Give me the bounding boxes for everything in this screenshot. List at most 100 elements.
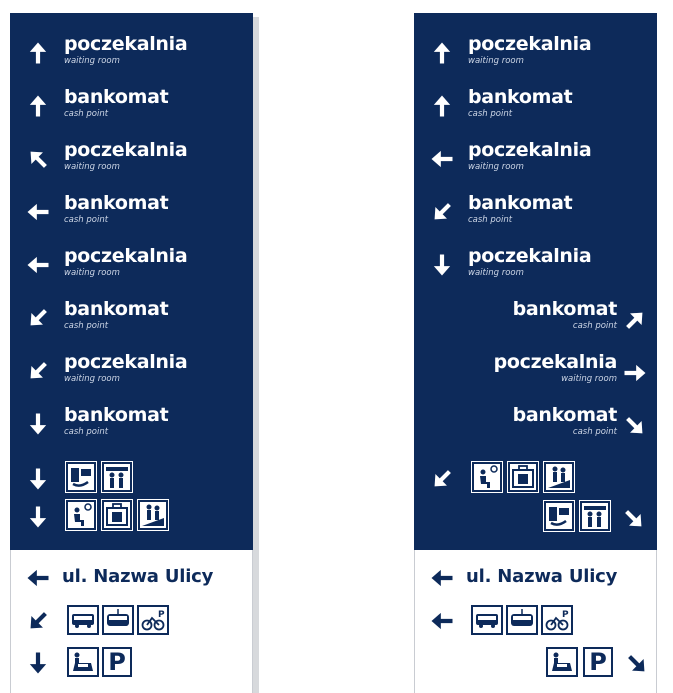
sign-row: bankomat cash point — [10, 192, 253, 236]
arrow-down-icon — [24, 465, 52, 493]
sign-row: bankomat cash point — [414, 298, 657, 342]
sign-row: poczekalnia waiting room — [10, 33, 253, 77]
sign-row: poczekalnia waiting room — [414, 33, 657, 77]
destination-sublabel: cash point — [64, 427, 109, 437]
destination-label: bankomat — [64, 404, 169, 426]
destination-label: poczekalnia — [64, 139, 188, 161]
arrow-right-icon — [621, 359, 649, 387]
arrow-down-left-icon — [428, 465, 456, 493]
destination-label: poczekalnia — [493, 351, 618, 373]
arrow-up-right-icon — [621, 306, 649, 334]
arrow-left-icon — [24, 198, 52, 226]
arrow-left-icon — [24, 251, 52, 279]
sign-row: bankomat cash point — [10, 298, 253, 342]
ticket-office-pictogram-icon — [101, 461, 133, 493]
arrow-up-left-icon — [24, 145, 52, 173]
kiss-and-ride-pictogram-icon — [67, 647, 99, 677]
destination-sublabel: waiting room — [468, 56, 524, 66]
waiting-room-pictogram-icon — [471, 461, 503, 493]
arrow-down-left-icon — [24, 357, 52, 385]
arrow-down-icon — [428, 251, 456, 279]
destination-sublabel: cash point — [572, 427, 617, 437]
sign-row: poczekalnia waiting room — [10, 245, 253, 289]
tram-pictogram-icon — [506, 605, 538, 635]
sign-row: poczekalnia waiting room — [414, 351, 657, 395]
bus-pictogram-icon — [67, 605, 99, 635]
destination-label: bankomat — [512, 404, 618, 426]
destination-sublabel: waiting room — [561, 374, 617, 384]
destination-sublabel: cash point — [572, 321, 617, 331]
destination-label: bankomat — [64, 298, 169, 320]
parking-sign: P — [583, 647, 613, 677]
right-navy-section: poczekalnia waiting room bankomat cash p… — [414, 13, 657, 550]
street-name: ul. Nazwa Ulicy — [466, 566, 618, 587]
destination-label: bankomat — [468, 86, 573, 108]
destination-sublabel: cash point — [64, 109, 109, 119]
bus-pictogram-icon — [471, 605, 503, 635]
sign-row: bankomat cash point — [10, 86, 253, 130]
arrow-down-left-icon — [24, 607, 52, 635]
sign-row: poczekalnia waiting room — [10, 139, 253, 183]
sign-row: bankomat cash point — [414, 404, 657, 448]
street-name: ul. Nazwa Ulicy — [62, 566, 214, 587]
destination-label: poczekalnia — [64, 33, 188, 55]
luggage-pictogram-icon — [507, 461, 539, 493]
arrow-down-right-icon — [621, 412, 649, 440]
destination-sublabel: waiting room — [468, 162, 524, 172]
right-sign: poczekalnia waiting room bankomat cash p… — [414, 13, 657, 693]
sign-row: bankomat cash point — [414, 192, 657, 236]
sign-row: poczekalnia waiting room — [10, 351, 253, 395]
arrow-left-icon — [428, 607, 456, 635]
arrow-down-icon — [24, 649, 52, 677]
sign-row: bankomat cash point — [414, 86, 657, 130]
tram-pictogram-icon — [102, 605, 134, 635]
destination-sublabel: cash point — [64, 215, 109, 225]
arrow-down-icon — [24, 503, 52, 531]
arrow-down-icon — [24, 410, 52, 438]
arrow-left-icon — [428, 564, 456, 592]
sign-row: bankomat cash point — [10, 404, 253, 448]
arrow-down-left-icon — [24, 304, 52, 332]
destination-label: poczekalnia — [468, 139, 592, 161]
left-sign: poczekalnia waiting room bankomat cash p… — [10, 13, 253, 693]
atm-pictogram-icon — [543, 500, 575, 532]
destination-label: poczekalnia — [64, 351, 188, 373]
arrow-left-icon — [428, 145, 456, 173]
bike-parking-pictogram-icon: P — [137, 605, 169, 635]
arrow-up-icon — [24, 39, 52, 67]
atm-pictogram-icon — [65, 461, 97, 493]
destination-sublabel: waiting room — [64, 268, 120, 278]
waiting-room-pictogram-icon — [65, 499, 97, 531]
stairs-pictogram-icon — [137, 499, 169, 531]
luggage-pictogram-icon — [101, 499, 133, 531]
right-street-section: ul. Nazwa Ulicy P P — [414, 550, 657, 693]
svg-text:P: P — [158, 610, 165, 620]
destination-label: bankomat — [468, 192, 573, 214]
ticket-office-pictogram-icon — [579, 500, 611, 532]
destination-sublabel: waiting room — [64, 374, 120, 384]
destination-sublabel: cash point — [468, 109, 513, 119]
left-street-section: ul. Nazwa Ulicy P P — [10, 550, 253, 693]
left-navy-section: poczekalnia waiting room bankomat cash p… — [10, 13, 253, 550]
destination-sublabel: cash point — [64, 321, 109, 331]
destination-label: bankomat — [64, 192, 169, 214]
arrow-up-icon — [24, 92, 52, 120]
svg-text:P: P — [562, 610, 569, 620]
arrow-down-right-icon — [623, 650, 651, 678]
stairs-pictogram-icon — [543, 461, 575, 493]
destination-sublabel: waiting room — [64, 162, 120, 172]
arrow-down-left-icon — [428, 198, 456, 226]
arrow-down-right-icon — [620, 505, 648, 533]
destination-sublabel: cash point — [468, 215, 513, 225]
bike-parking-pictogram-icon: P — [541, 605, 573, 635]
destination-label: bankomat — [64, 86, 169, 108]
kiss-and-ride-pictogram-icon — [546, 647, 578, 677]
destination-label: poczekalnia — [468, 245, 592, 267]
sign-row: poczekalnia waiting room — [414, 139, 657, 183]
destination-sublabel: waiting room — [468, 268, 524, 278]
destination-sublabel: waiting room — [64, 56, 120, 66]
sign-row: poczekalnia waiting room — [414, 245, 657, 289]
destination-label: bankomat — [512, 298, 618, 320]
destination-label: poczekalnia — [468, 33, 592, 55]
destination-label: poczekalnia — [64, 245, 188, 267]
